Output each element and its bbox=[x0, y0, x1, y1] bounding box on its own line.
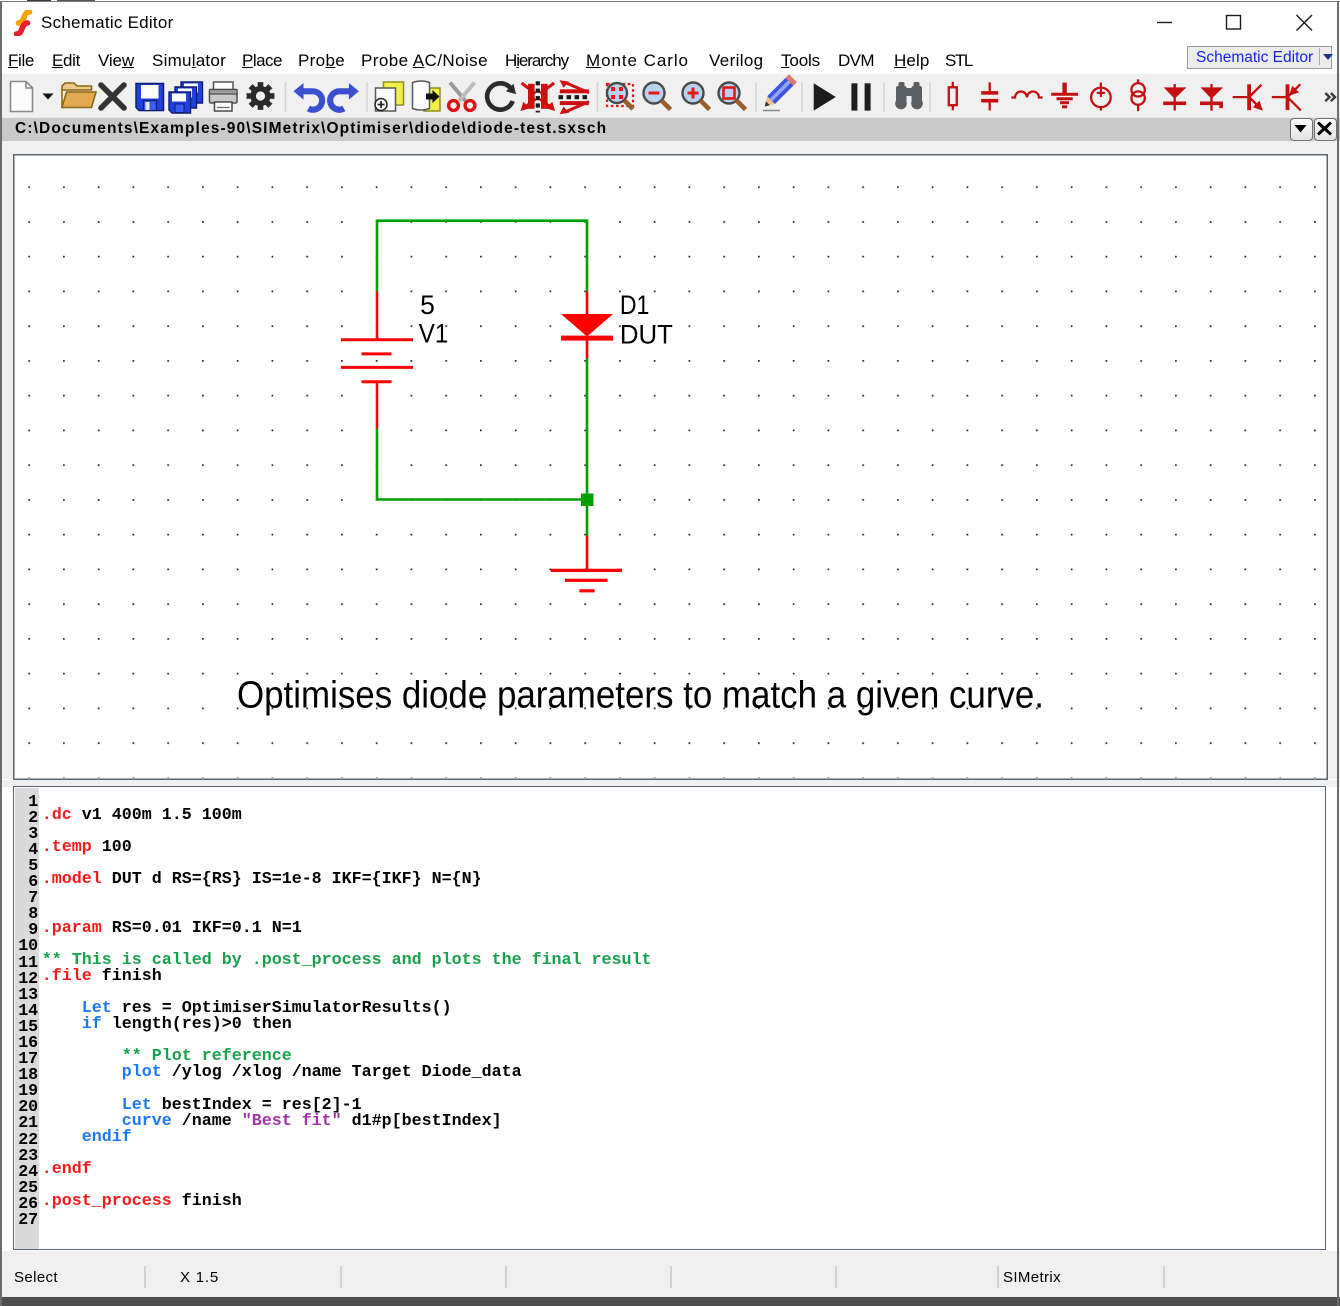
svg-text:5: 5 bbox=[420, 290, 435, 320]
svg-text:DUT: DUT bbox=[620, 319, 673, 349]
svg-text:Optimises diode parameters to: Optimises diode parameters to match a gi… bbox=[237, 675, 1044, 717]
svg-text:D1: D1 bbox=[620, 290, 650, 320]
svg-text:V1: V1 bbox=[419, 319, 449, 349]
